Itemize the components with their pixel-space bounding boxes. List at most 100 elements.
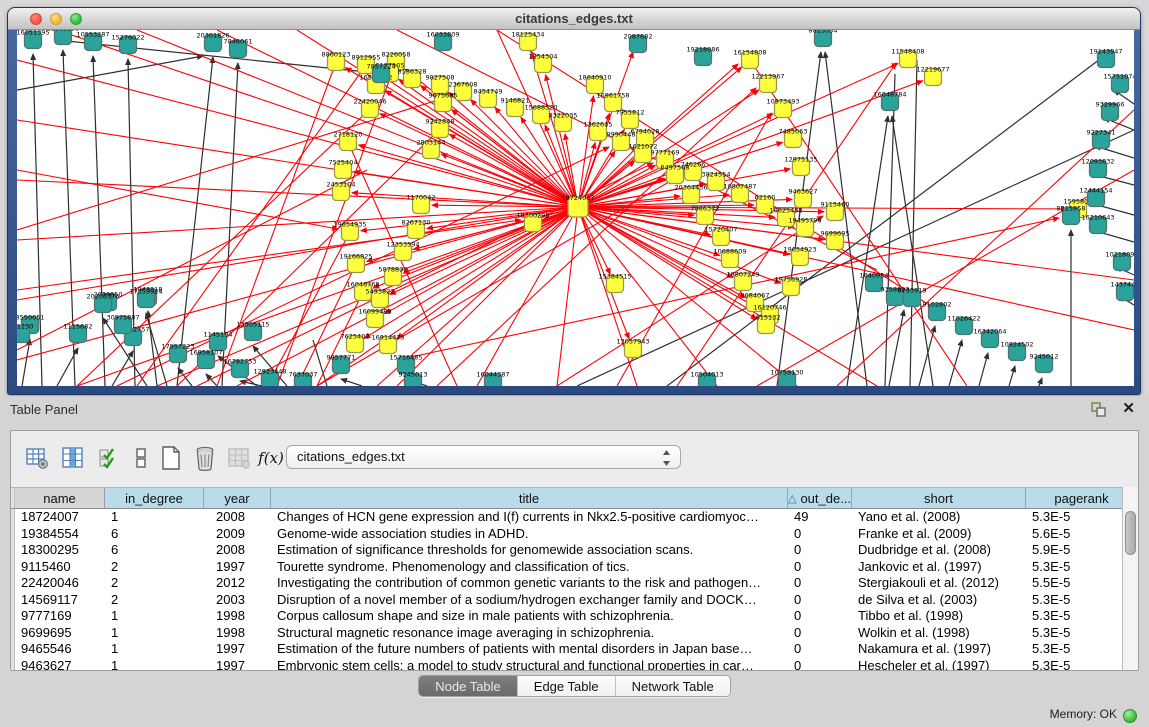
- cell-year[interactable]: 2003: [204, 592, 271, 609]
- table-column-icon[interactable]: [59, 444, 87, 472]
- cell-short[interactable]: Dudbridge et al. (2008): [852, 542, 1026, 559]
- column-header-name[interactable]: name: [15, 488, 105, 508]
- cell-short[interactable]: Stergiakouli et al. (2012): [852, 575, 1026, 592]
- table-select-combo[interactable]: citations_edges.txt: [286, 445, 681, 469]
- column-header-in-degree[interactable]: in_degree: [105, 488, 204, 508]
- cell-short[interactable]: Jankovic et al. (1997): [852, 559, 1026, 576]
- tab-node-table[interactable]: Node Table: [419, 676, 518, 696]
- select-rows-icon[interactable]: [95, 444, 123, 472]
- table-scrollbar-thumb[interactable]: [1125, 511, 1136, 555]
- cell-out-degree[interactable]: 0: [788, 658, 852, 671]
- close-panel-icon[interactable]: ✕: [1122, 399, 1135, 417]
- delete-table-icon[interactable]: [191, 444, 219, 472]
- cell-out-degree[interactable]: 0: [788, 625, 852, 642]
- cell-short[interactable]: Hescheler et al. (1997): [852, 658, 1026, 671]
- table-row[interactable]: 1938455462009Genome-wide association stu…: [11, 526, 1138, 543]
- cell-title[interactable]: Embryonic stem cells: a model to study s…: [271, 658, 788, 671]
- cell-name[interactable]: 18300295: [15, 542, 105, 559]
- cell-short[interactable]: Yano et al. (2008): [852, 509, 1026, 526]
- new-table-icon[interactable]: [157, 444, 185, 472]
- cell-short[interactable]: de Silva et al. (2003): [852, 592, 1026, 609]
- cell-year[interactable]: 2008: [204, 542, 271, 559]
- cell-year[interactable]: 1998: [204, 625, 271, 642]
- cell-year[interactable]: 2009: [204, 526, 271, 543]
- table-row[interactable]: 969969511998Structural magnetic resonanc…: [11, 625, 1138, 642]
- cell-in-degree[interactable]: 6: [105, 542, 204, 559]
- cell-title[interactable]: Tourette syndrome. Phenomenology and cla…: [271, 559, 788, 576]
- tab-network-table[interactable]: Network Table: [616, 676, 730, 696]
- cell-year[interactable]: 1997: [204, 641, 271, 658]
- cell-short[interactable]: Nakamura et al. (1997): [852, 641, 1026, 658]
- table-row[interactable]: 1456911722003Disruption of a novel membe…: [11, 592, 1138, 609]
- column-header-title[interactable]: title: [271, 488, 788, 508]
- table-row[interactable]: 946554611997Estimation of the future num…: [11, 641, 1138, 658]
- cell-in-degree[interactable]: 1: [105, 608, 204, 625]
- cell-out-degree[interactable]: 49: [788, 509, 852, 526]
- cell-short[interactable]: Franke et al. (2009): [852, 526, 1026, 543]
- table-row[interactable]: 977716911998Corpus callosum shape and si…: [11, 608, 1138, 625]
- cell-title[interactable]: Investigating the contribution of common…: [271, 575, 788, 592]
- graph-node-label: 11026422: [947, 315, 980, 323]
- cell-out-degree[interactable]: 0: [788, 542, 852, 559]
- cell-name[interactable]: 18724007: [15, 509, 105, 526]
- cell-in-degree[interactable]: 1: [105, 625, 204, 642]
- cell-name[interactable]: 9115460: [15, 559, 105, 576]
- cell-out-degree[interactable]: 0: [788, 608, 852, 625]
- cell-name[interactable]: 9699695: [15, 625, 105, 642]
- table-scrollbar[interactable]: [1122, 487, 1138, 670]
- cell-name[interactable]: 14569117: [15, 592, 105, 609]
- graph-edge: [847, 116, 888, 386]
- cell-short[interactable]: Tibbo et al. (1998): [852, 608, 1026, 625]
- memory-status-icon[interactable]: [1123, 709, 1137, 723]
- table-row[interactable]: 1872400712008Changes of HCN gene express…: [11, 509, 1138, 526]
- graph-node-label: 9102802: [923, 301, 952, 309]
- network-canvas[interactable]: 8860123891295582260589127505818632816543…: [17, 30, 1134, 386]
- cell-out-degree[interactable]: 0: [788, 559, 852, 576]
- cell-out-degree[interactable]: 0: [788, 526, 852, 543]
- cell-name[interactable]: 9465546: [15, 641, 105, 658]
- cell-in-degree[interactable]: 2: [105, 559, 204, 576]
- cell-year[interactable]: 2012: [204, 575, 271, 592]
- cell-title[interactable]: Estimation of significance thresholds fo…: [271, 542, 788, 559]
- cell-in-degree[interactable]: 1: [105, 641, 204, 658]
- cell-name[interactable]: 22420046: [15, 575, 105, 592]
- cell-title[interactable]: Estimation of the future numbers of pati…: [271, 641, 788, 658]
- function-builder-icon[interactable]: f(x): [257, 444, 285, 472]
- cell-in-degree[interactable]: 2: [105, 575, 204, 592]
- graph-node-label: 9463627: [789, 188, 818, 196]
- column-header-year[interactable]: year: [204, 488, 271, 508]
- cell-name[interactable]: 19384554: [15, 526, 105, 543]
- cell-in-degree[interactable]: 1: [105, 658, 204, 671]
- float-panel-icon[interactable]: [1091, 402, 1107, 417]
- window-titlebar[interactable]: citations_edges.txt: [8, 8, 1140, 30]
- table-row[interactable]: 911546021997Tourette syndrome. Phenomeno…: [11, 559, 1138, 576]
- cell-year[interactable]: 1997: [204, 658, 271, 671]
- table-row[interactable]: 946362711997Embryonic stem cells: a mode…: [11, 658, 1138, 671]
- import-table-icon[interactable]: [225, 444, 253, 472]
- table-row[interactable]: 1830029562008Estimation of significance …: [11, 542, 1138, 559]
- graph-node-label: 1362615: [584, 121, 613, 129]
- cell-year[interactable]: 1998: [204, 608, 271, 625]
- cell-name[interactable]: 9463627: [15, 658, 105, 671]
- table-settings-icon[interactable]: [23, 444, 51, 472]
- cell-year[interactable]: 1997: [204, 559, 271, 576]
- cell-title[interactable]: Changes of HCN gene expression and I(f) …: [271, 509, 788, 526]
- row-height-icon[interactable]: [127, 444, 155, 472]
- cell-title[interactable]: Corpus callosum shape and size in male p…: [271, 608, 788, 625]
- cell-out-degree[interactable]: 0: [788, 641, 852, 658]
- table-row[interactable]: 2242004622012Investigating the contribut…: [11, 575, 1138, 592]
- cell-in-degree[interactable]: 2: [105, 592, 204, 609]
- cell-short[interactable]: Wolkin et al. (1998): [852, 625, 1026, 642]
- column-header-out-degree[interactable]: △out_de...: [788, 488, 852, 508]
- cell-out-degree[interactable]: 0: [788, 575, 852, 592]
- cell-year[interactable]: 2008: [204, 509, 271, 526]
- cell-in-degree[interactable]: 1: [105, 509, 204, 526]
- column-header-short[interactable]: short: [852, 488, 1026, 508]
- cell-in-degree[interactable]: 6: [105, 526, 204, 543]
- cell-title[interactable]: Structural magnetic resonance image aver…: [271, 625, 788, 642]
- cell-name[interactable]: 9777169: [15, 608, 105, 625]
- cell-title[interactable]: Genome-wide association studies in ADHD.: [271, 526, 788, 543]
- cell-title[interactable]: Disruption of a novel member of a sodium…: [271, 592, 788, 609]
- cell-out-degree[interactable]: 0: [788, 592, 852, 609]
- tab-edge-table[interactable]: Edge Table: [518, 676, 616, 696]
